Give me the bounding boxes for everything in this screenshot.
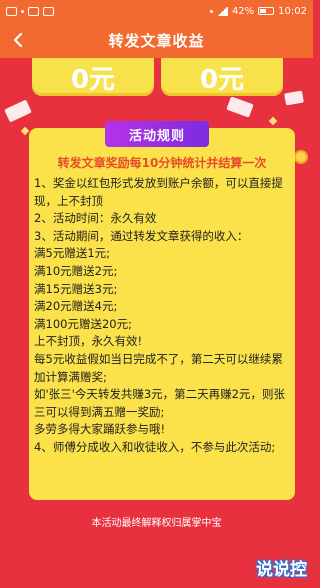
status-right: 42% 10:02	[209, 5, 307, 17]
status-time: 10:02	[278, 5, 307, 17]
rules-line: 满5元赠送1元;	[34, 246, 111, 261]
page-title: 转发文章收益	[108, 31, 205, 50]
coin-icon	[294, 150, 308, 164]
sparkle-icon	[20, 126, 30, 136]
signal-icon	[216, 6, 228, 16]
earnings-left-amount: 0元	[70, 64, 116, 95]
wifi-icon	[209, 9, 213, 13]
rules-line: 三可以得到满五赠一奖励;	[34, 404, 165, 419]
rules-line: 满15元赠送3元;	[34, 281, 118, 296]
rules-line: 多劳多得大家踊跃参与哦!	[34, 422, 166, 437]
notification-icon	[6, 6, 17, 16]
rules-line: 满10元赠送2元;	[34, 263, 118, 278]
rules-line: 如'张三'今天转发共赚3元，第二天再赚2元，则张	[34, 387, 285, 402]
nav-bar: 转发文章收益	[0, 22, 313, 58]
rules-line: 1、奖金以红包形式发放到账户余额，可以直接提	[34, 176, 283, 190]
earnings-right-amount: 0元	[199, 64, 245, 95]
rules-line: 加计算满赠奖;	[34, 369, 107, 384]
sparkle-icon	[268, 116, 278, 126]
gallery-icon	[28, 6, 39, 16]
rules-line: 3、活动期间，通过转发文章获得的收入：	[34, 228, 249, 243]
earnings-card-left: 0元	[32, 58, 154, 96]
rules-line: 满100元赠送20元;	[34, 316, 132, 331]
chevron-left-icon	[13, 33, 23, 47]
battery-percent: 42%	[231, 5, 255, 17]
status-left-icons	[6, 6, 54, 16]
dot-icon	[21, 9, 24, 13]
footer-note: 本活动最终解释权归属掌中宝	[91, 518, 222, 529]
back-button[interactable]	[6, 28, 30, 52]
rules-line: 4、师傅分成收入和收徒收入，不参与此次活动;	[34, 439, 276, 454]
battery-icon	[258, 7, 275, 15]
message-icon	[43, 6, 54, 16]
rules-line: 现，上不封顶	[34, 193, 103, 208]
rules-line: 满20元赠送4元;	[34, 299, 118, 314]
rules-line: 2、活动时间：永久有效	[34, 211, 157, 226]
rules-line: 每5元收益假如当日完成不了，第二天可以继续累	[34, 351, 283, 366]
status-bar: 42% 10:02	[0, 0, 313, 22]
rules-body: 1、奖金以红包形式发放到账户余额，可以直接提 现，上不封顶 2、活动时间：永久有…	[34, 175, 292, 457]
earnings-area: 0元 0元	[0, 58, 313, 114]
watermark-logo: 说说控	[256, 560, 307, 580]
rules-badge: 活动规则	[105, 121, 209, 147]
rules-headline: 转发文章奖励每10分钟统计并结算一次	[57, 156, 267, 170]
rules-line: 上不封顶，永久有效!	[34, 334, 143, 349]
earnings-card-right: 0元	[161, 58, 283, 96]
